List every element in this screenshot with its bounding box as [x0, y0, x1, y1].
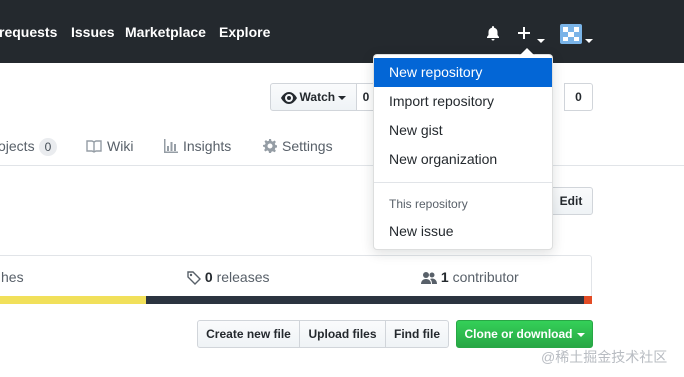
tab-wiki-label: Wiki	[107, 138, 134, 154]
nav-marketplace[interactable]: Marketplace	[125, 24, 206, 40]
tab-settings-label: Settings	[282, 138, 333, 154]
clone-label: Clone or download	[464, 327, 573, 341]
menu-item-new-issue[interactable]: New issue	[374, 217, 552, 246]
nav-pull-requests[interactable]: requests	[0, 24, 57, 40]
menu-item-import-repository[interactable]: Import repository	[374, 87, 552, 116]
watermark: @稀土掘金技术社区	[541, 349, 668, 365]
releases-count: 0	[204, 269, 213, 285]
watch-button[interactable]: Watch	[270, 83, 357, 111]
create-new-dropdown: New repository Import repository New gis…	[373, 47, 553, 250]
nav-explore[interactable]: Explore	[219, 24, 270, 40]
top-navbar: requests Issues Marketplace Explore	[0, 0, 684, 63]
tab-insights-label: Insights	[183, 138, 232, 154]
menu-item-new-repository[interactable]: New repository	[374, 58, 552, 87]
chevron-down-icon[interactable]	[585, 32, 593, 48]
book-icon	[86, 139, 102, 156]
avatar[interactable]	[560, 24, 582, 47]
chevron-down-icon	[338, 95, 347, 100]
chevron-down-icon[interactable]	[537, 32, 545, 48]
fork-count[interactable]: 0	[564, 83, 593, 111]
bell-icon[interactable]	[485, 25, 501, 44]
releases-label: releases	[216, 269, 270, 285]
repo-tabs: ojects 0 Wiki Insights Settings	[0, 128, 684, 166]
tag-icon	[187, 271, 201, 286]
language-bar[interactable]	[0, 296, 592, 304]
projects-count-badge: 0	[38, 138, 58, 156]
edit-button[interactable]: Edit	[549, 187, 593, 215]
contributors-count: 1	[440, 269, 449, 285]
numbers-summary: hes 0 releases 1 contributor	[0, 255, 592, 297]
menu-item-new-gist[interactable]: New gist	[374, 116, 552, 145]
upload-files-button[interactable]: Upload files	[299, 320, 386, 348]
graph-icon	[163, 138, 178, 156]
language-segment-javascript	[0, 296, 146, 304]
contributors-link[interactable]: 1 contributor	[421, 269, 519, 285]
tab-settings[interactable]: Settings	[263, 138, 333, 156]
branches-link[interactable]: hes	[1, 269, 24, 285]
tab-wiki[interactable]: Wiki	[86, 138, 133, 156]
people-icon	[421, 272, 437, 285]
contributors-label: contributor	[452, 269, 519, 285]
tab-insights[interactable]: Insights	[163, 138, 231, 156]
watch-label: Watch	[299, 90, 336, 104]
eye-icon	[280, 91, 297, 104]
create-new-file-button[interactable]: Create new file	[197, 320, 300, 348]
releases-link[interactable]: 0 releases	[187, 269, 270, 286]
menu-section-header: This repository	[389, 197, 468, 211]
menu-item-new-organization[interactable]: New organization	[374, 145, 552, 174]
gear-icon	[263, 138, 278, 156]
plus-icon[interactable]	[516, 25, 532, 44]
language-segment-other	[146, 296, 584, 304]
menu-divider	[374, 182, 552, 183]
language-segment-html	[584, 296, 592, 304]
tab-projects[interactable]: ojects 0	[0, 138, 58, 156]
nav-issues[interactable]: Issues	[71, 24, 115, 40]
find-file-button[interactable]: Find file	[385, 320, 449, 348]
tab-projects-label: ojects	[0, 138, 35, 154]
clone-or-download-button[interactable]: Clone or download	[456, 320, 593, 348]
chevron-down-icon	[576, 332, 585, 337]
